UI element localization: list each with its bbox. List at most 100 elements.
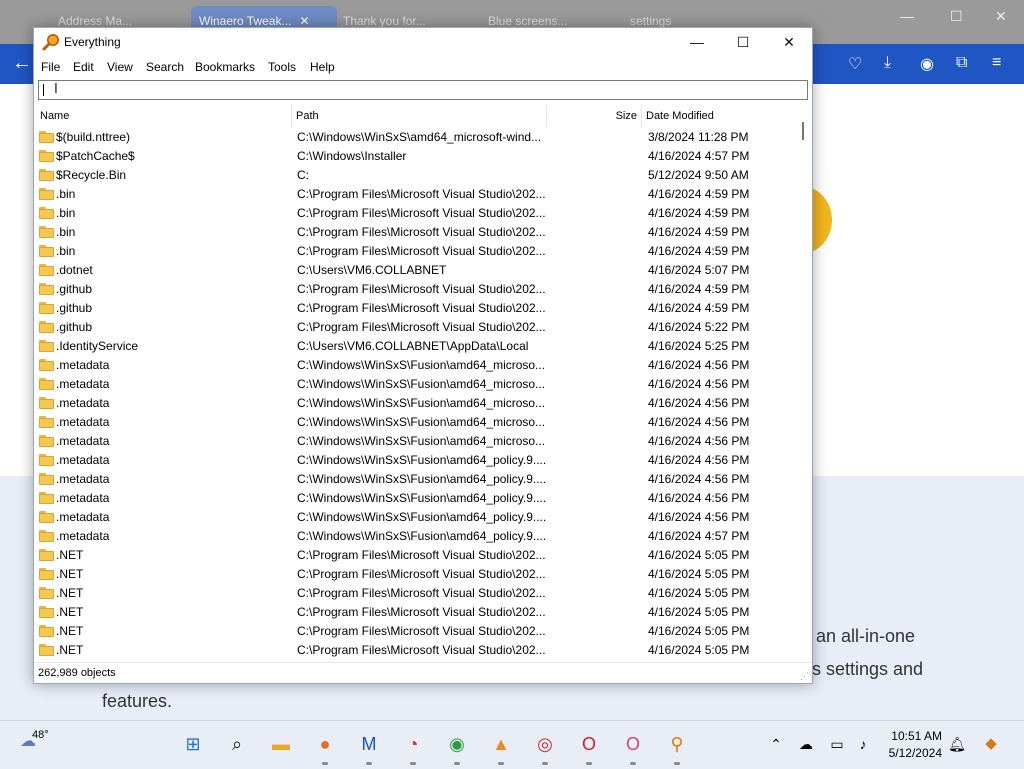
- chevron-up-icon[interactable]: ⌃: [763, 731, 789, 757]
- cell-name: .NET: [56, 548, 84, 562]
- close-button[interactable]: ✕: [766, 28, 812, 56]
- extensions-icon[interactable]: ⧉: [956, 54, 967, 72]
- search-icon[interactable]: ⌕: [224, 731, 250, 757]
- cell-date: 5/12/2024 9:50 AM: [648, 168, 749, 182]
- cell-path: C:\Program Files\Microsoft Visual Studio…: [297, 624, 546, 638]
- table-row[interactable]: .metadata C:\Windows\WinSxS\Fusion\amd64_…: [36, 470, 798, 489]
- menu-view[interactable]: View: [107, 60, 133, 74]
- menu-file[interactable]: File: [41, 60, 60, 74]
- ibeam-cursor-icon: I: [54, 82, 58, 97]
- column-date-modified[interactable]: Date Modified: [642, 105, 796, 127]
- cell-date: 4/16/2024 4:59 PM: [648, 206, 750, 220]
- object-count: 262,989 objects: [38, 667, 116, 679]
- table-row[interactable]: .dotnet C:\Users\VM6.COLLABNET 4/16/2024 5…: [36, 261, 798, 280]
- file-explorer-icon[interactable]: ▬: [268, 731, 294, 757]
- table-row[interactable]: $PatchCache$ C:\Windows\Installer 4/16/202…: [36, 147, 798, 166]
- copilot-icon[interactable]: ◆: [978, 731, 1004, 757]
- table-row[interactable]: .IdentityService C:\Users\VM6.COLLABNET\A…: [36, 337, 798, 356]
- notification-bell-icon[interactable]: 🔔︎: [944, 731, 970, 757]
- maximize-icon[interactable]: ☐: [950, 8, 963, 25]
- table-row[interactable]: .metadata C:\Windows\WinSxS\Fusion\amd64_…: [36, 451, 798, 470]
- clock-time[interactable]: 10:51 AM: [876, 729, 942, 743]
- maximize-button[interactable]: ☐: [720, 28, 766, 56]
- title-bar[interactable]: Everything — ☐ ✕: [34, 28, 812, 56]
- minimize-button[interactable]: —: [674, 28, 720, 56]
- menu-icon[interactable]: ≡: [992, 54, 1001, 72]
- opera-gx-icon[interactable]: O: [620, 731, 646, 757]
- menu-bookmarks[interactable]: Bookmarks: [195, 60, 255, 74]
- table-row[interactable]: .NET C:\Program Files\Microsoft Visual St…: [36, 565, 798, 584]
- cell-path: C:\Windows\WinSxS\Fusion\amd64_microso..…: [297, 377, 546, 391]
- table-row[interactable]: .metadata C:\Windows\WinSxS\Fusion\amd64_…: [36, 489, 798, 508]
- running-indicator: [498, 762, 504, 765]
- cell-date: 4/16/2024 5:07 PM: [648, 263, 750, 277]
- column-size[interactable]: Size: [547, 105, 642, 127]
- network-icon[interactable]: ☁: [793, 731, 819, 757]
- table-row[interactable]: .bin C:\Program Files\Microsoft Visual St…: [36, 223, 798, 242]
- cell-path: C:\Program Files\Microsoft Visual Studio…: [297, 225, 546, 239]
- table-row[interactable]: .metadata C:\Windows\WinSxS\Fusion\amd64_…: [36, 508, 798, 527]
- vertical-scrollbar[interactable]: [798, 118, 808, 658]
- menu-tools[interactable]: Tools: [268, 60, 296, 74]
- table-row[interactable]: .github C:\Program Files\Microsoft Visual…: [36, 299, 798, 318]
- vlc-icon[interactable]: ▲: [488, 731, 514, 757]
- table-row[interactable]: .NET C:\Program Files\Microsoft Visual St…: [36, 584, 798, 603]
- table-row[interactable]: .metadata C:\Windows\WinSxS\Fusion\amd64_…: [36, 375, 798, 394]
- menu-help[interactable]: Help: [310, 60, 335, 74]
- resize-grip-icon[interactable]: ⋰: [800, 671, 810, 681]
- malwarebytes-icon[interactable]: M: [356, 731, 382, 757]
- cell-path: C:\Program Files\Microsoft Visual Studio…: [297, 605, 546, 619]
- table-row[interactable]: .metadata C:\Windows\WinSxS\Fusion\amd64_…: [36, 394, 798, 413]
- app-icon[interactable]: ◎: [532, 731, 558, 757]
- search-input[interactable]: [38, 80, 808, 100]
- table-row[interactable]: .github C:\Program Files\Microsoft Visual…: [36, 318, 798, 337]
- table-row[interactable]: .github C:\Program Files\Microsoft Visual…: [36, 280, 798, 299]
- table-row[interactable]: $(build.nttree) C:\Windows\WinSxS\amd64_m…: [36, 128, 798, 147]
- table-row[interactable]: .NET C:\Program Files\Microsoft Visual St…: [36, 622, 798, 641]
- everything-icon[interactable]: ⚲: [664, 731, 690, 757]
- folder-icon: [39, 264, 54, 276]
- table-row[interactable]: .bin C:\Program Files\Microsoft Visual St…: [36, 242, 798, 261]
- cell-path: C:\Windows\WinSxS\Fusion\amd64_policy.9.…: [297, 510, 547, 524]
- table-row[interactable]: .NET C:\Program Files\Microsoft Visual St…: [36, 603, 798, 622]
- column-path[interactable]: Path: [292, 105, 547, 127]
- volume-icon[interactable]: ♪: [850, 731, 876, 757]
- firefox-icon[interactable]: ●: [312, 731, 338, 757]
- folder-icon: [39, 226, 54, 238]
- minimize-icon[interactable]: —: [900, 8, 914, 24]
- back-arrow-icon[interactable]: ←: [12, 52, 32, 75]
- cell-name: .metadata: [56, 415, 110, 429]
- menu-edit[interactable]: Edit: [73, 60, 94, 74]
- table-row[interactable]: .metadata C:\Windows\WinSxS\Fusion\amd64_…: [36, 527, 798, 546]
- scrollbar-thumb[interactable]: [802, 122, 804, 140]
- table-row[interactable]: .bin C:\Program Files\Microsoft Visual St…: [36, 204, 798, 223]
- menu-search[interactable]: Search: [146, 60, 184, 74]
- table-row[interactable]: .metadata C:\Windows\WinSxS\Fusion\amd64_…: [36, 356, 798, 375]
- table-row[interactable]: .metadata C:\Windows\WinSxS\Fusion\amd64_…: [36, 413, 798, 432]
- display-icon[interactable]: ▭: [824, 731, 850, 757]
- table-row[interactable]: .NET C:\Program Files\Microsoft Visual St…: [36, 546, 798, 565]
- cell-date: 4/16/2024 4:56 PM: [648, 415, 750, 429]
- clock-date[interactable]: 5/12/2024: [876, 746, 942, 760]
- table-row[interactable]: $Recycle.Bin C: 5/12/2024 9:50 AM: [36, 166, 798, 185]
- table-row[interactable]: .bin C:\Program Files\Microsoft Visual St…: [36, 185, 798, 204]
- table-row[interactable]: .NET C:\Program Files\Microsoft Visual St…: [36, 641, 798, 658]
- column-name[interactable]: Name: [36, 105, 292, 127]
- cell-name: .NET: [56, 567, 84, 581]
- results-list[interactable]: $(build.nttree) C:\Windows\WinSxS\amd64_m…: [36, 128, 798, 658]
- cell-path: C:\Program Files\Microsoft Visual Studio…: [297, 320, 546, 334]
- opera-icon[interactable]: O: [576, 731, 602, 757]
- pocket-icon[interactable]: ♡: [848, 54, 862, 74]
- windows-start-icon[interactable]: ⊞: [180, 731, 206, 757]
- download-icon[interactable]: ⤓: [884, 54, 891, 72]
- close-icon[interactable]: ✕: [299, 14, 309, 28]
- chrome-icon[interactable]: ◉: [444, 731, 470, 757]
- account-icon[interactable]: ◉: [920, 54, 934, 74]
- page-text-line: features.: [102, 691, 173, 711]
- close-icon[interactable]: ✕: [995, 8, 1007, 25]
- weather-widget[interactable]: ☁ 48°: [20, 729, 49, 751]
- everything-window: Everything — ☐ ✕ File Edit View Search B…: [33, 27, 813, 684]
- ccleaner-icon[interactable]: ◔: [400, 731, 426, 757]
- cell-path: C:\Windows\WinSxS\Fusion\amd64_policy.9.…: [297, 472, 547, 486]
- table-row[interactable]: .metadata C:\Windows\WinSxS\Fusion\amd64_…: [36, 432, 798, 451]
